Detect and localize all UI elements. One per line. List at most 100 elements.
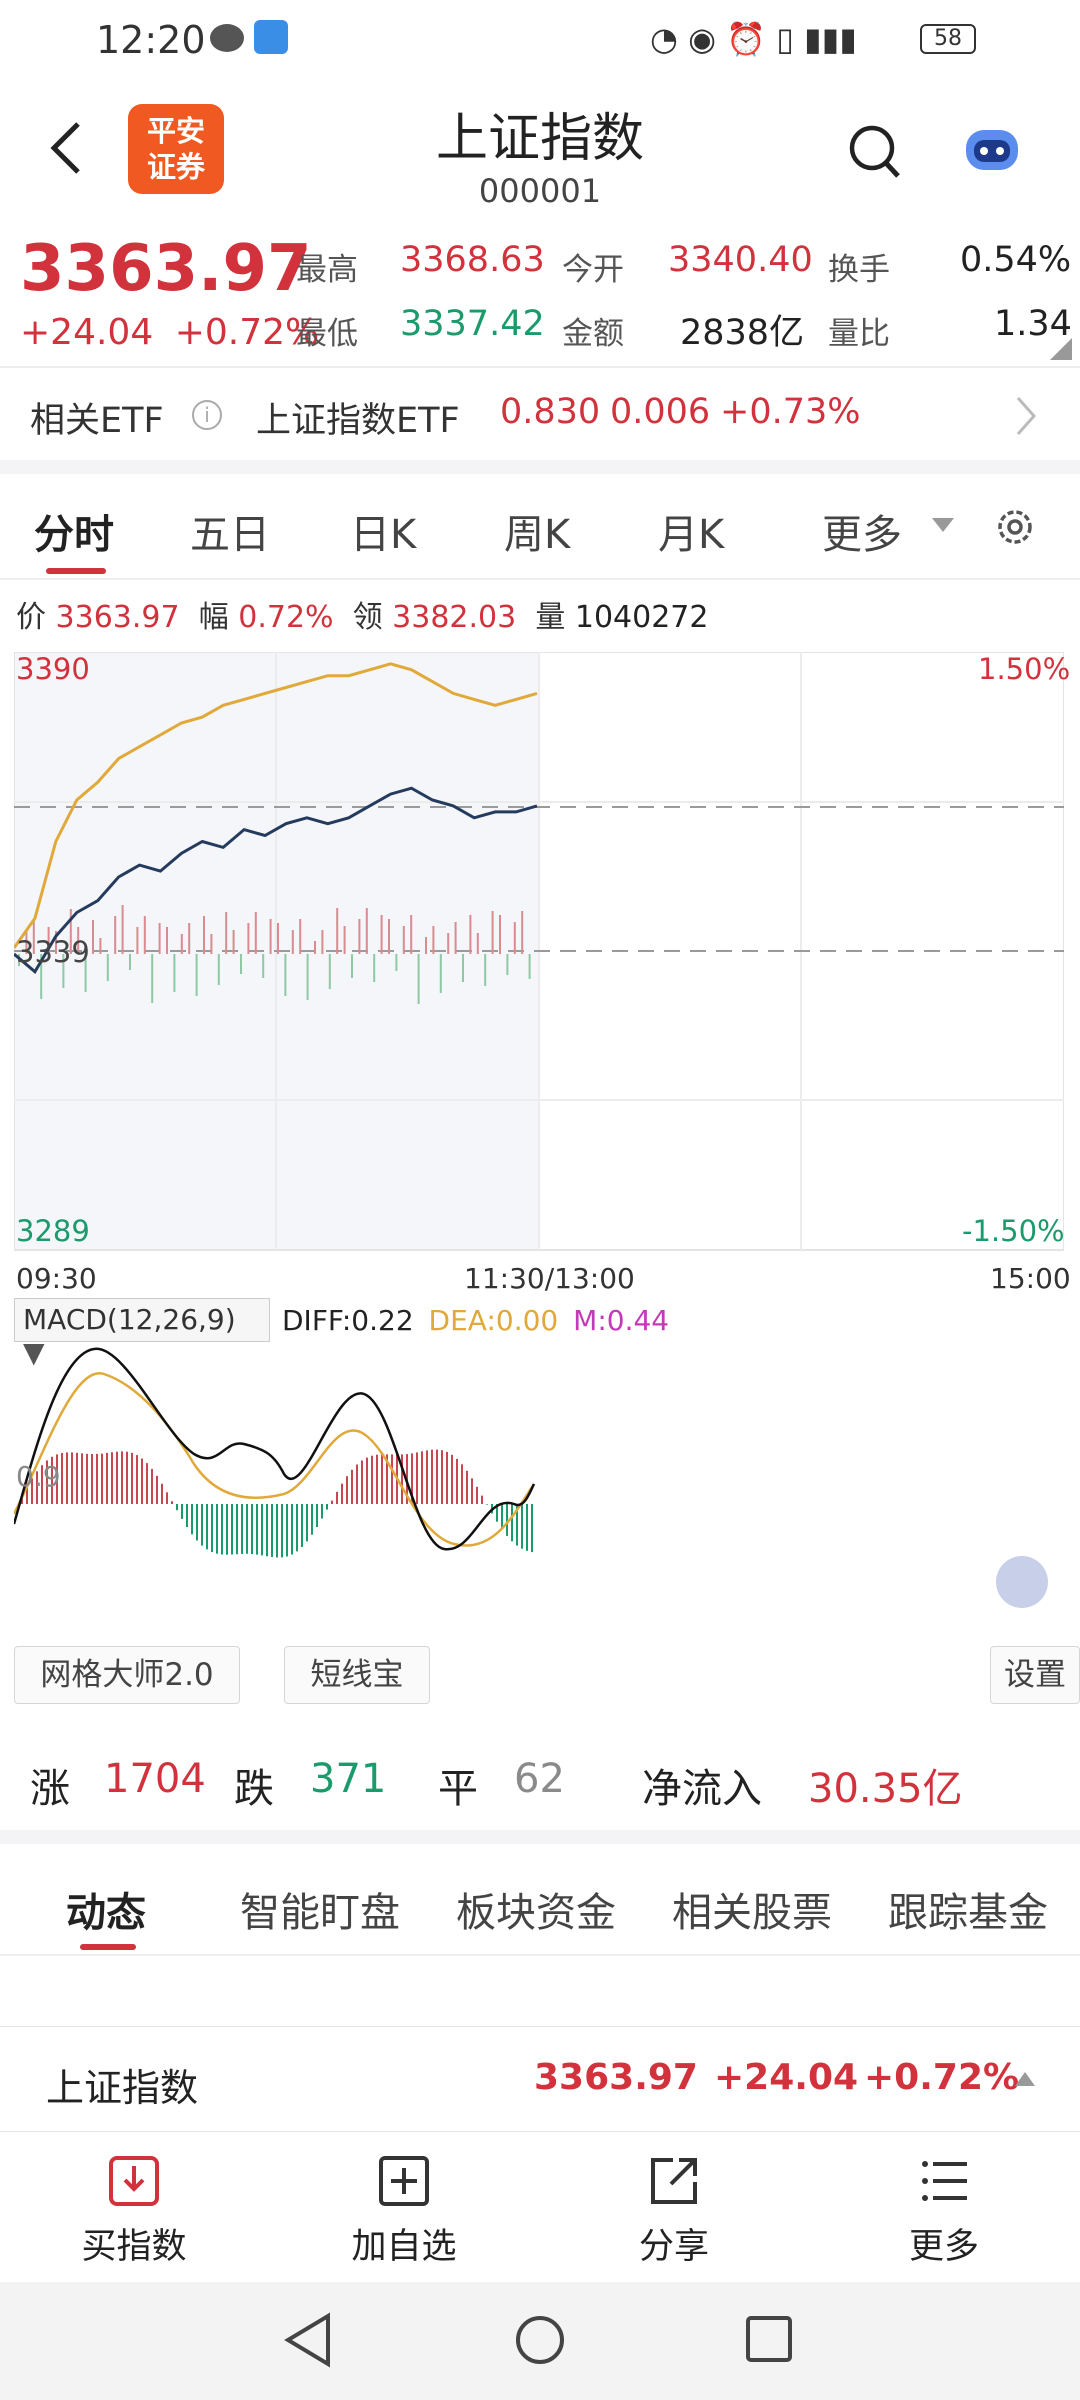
macd-bar (486, 1504, 488, 1505)
volume-bar (469, 915, 472, 954)
macd-selector[interactable]: MACD(12,26,9) ▼ (14, 1298, 270, 1369)
macd-bar (171, 1501, 173, 1504)
macd-bar (76, 1452, 78, 1504)
etf-row[interactable]: 相关ETF i 上证指数ETF 0.830 0.006 +0.73% (0, 368, 1080, 460)
chevron-right-icon[interactable] (1014, 394, 1038, 438)
footer-quote-bar[interactable]: 上证指数 3363.97 +24.04 +0.72% (0, 2026, 1080, 2132)
macd-bar (441, 1450, 443, 1504)
nav-recents-icon[interactable] (744, 2314, 794, 2364)
intraday-chart[interactable] (14, 652, 1064, 1252)
macd-chart[interactable] (14, 1344, 1064, 1634)
volume-bar (240, 954, 242, 974)
shield-app-icon (254, 20, 288, 54)
chart-info-bar: 价 3363.97 幅 0.72% 领 3382.03 量 1040272 (16, 592, 708, 636)
buy-index-button[interactable]: 买指数 (44, 2154, 224, 2269)
more-button[interactable]: 更多 (854, 2154, 1034, 2269)
tab-weekly-k[interactable]: 周K (504, 502, 570, 560)
macd-bar (321, 1504, 323, 1519)
low-value: 3337.42 (400, 304, 545, 344)
tab-more[interactable]: 更多 (822, 502, 902, 560)
tab-daily-k[interactable]: 日K (350, 502, 416, 560)
section-divider (0, 1830, 1080, 1844)
nav-back-icon[interactable] (282, 2312, 334, 2368)
tab-smart-watch[interactable]: 智能盯盘 (240, 1880, 400, 1938)
price-change: +24.04 +0.72% (20, 312, 319, 353)
volume-bar (513, 922, 516, 954)
tab-news[interactable]: 动态 (66, 1880, 146, 1938)
macd-bar (196, 1504, 198, 1541)
volume-bar (402, 926, 405, 954)
volume-bar (225, 912, 228, 954)
market-breadth: 涨 1704 跌 371 平 62 净流入 30.35亿 (0, 1732, 1080, 1828)
macd-diff: DIFF:0.22 (282, 1304, 414, 1337)
macd-bar (461, 1464, 463, 1504)
macd-bar (261, 1504, 263, 1556)
high-label: 最高 (296, 252, 358, 288)
time-mid: 11:30/13:00 (464, 1262, 635, 1295)
macd-bar (361, 1460, 363, 1504)
macd-bar (191, 1504, 193, 1535)
tab-five-day[interactable]: 五日 (190, 502, 270, 560)
add-watchlist-button[interactable]: 加自选 (314, 2154, 494, 2269)
macd-bar (201, 1504, 203, 1546)
info-lead-label: 领 (352, 600, 383, 635)
macd-bar (166, 1492, 168, 1504)
inflow-value: 30.35亿 (808, 1766, 963, 1812)
volume-bar (365, 908, 368, 954)
macd-bar (346, 1476, 348, 1504)
volume-bar (129, 954, 131, 970)
share-button[interactable]: 分享 (584, 2154, 764, 2269)
caret-up-icon[interactable] (1014, 2071, 1036, 2087)
nav-home-icon[interactable] (514, 2314, 566, 2366)
macd-bar (426, 1450, 428, 1504)
down-label: 跌 (234, 1766, 274, 1812)
time-end: 15:00 (990, 1262, 1071, 1295)
settings-gear-icon[interactable] (992, 504, 1038, 550)
volume-bar (499, 915, 501, 954)
etf-price: 0.830 (500, 392, 601, 432)
volume-bar (173, 954, 176, 992)
tab-tracking-funds[interactable]: 跟踪基金 (888, 1880, 1048, 1938)
macd-axis-label: 0.9 (16, 1460, 61, 1493)
volume-bar (521, 911, 524, 954)
fullscreen-icon[interactable] (996, 1556, 1048, 1608)
macd-bar (331, 1500, 333, 1504)
volume-bar (432, 926, 435, 954)
volume-bar (417, 954, 420, 1004)
volume-bar (314, 941, 316, 954)
robot-assistant-icon[interactable] (960, 122, 1024, 178)
macd-bar (446, 1451, 448, 1504)
amount-value: 2838亿 (680, 313, 805, 353)
macd-bar (161, 1483, 163, 1504)
info-icon[interactable]: i (192, 400, 222, 430)
pct-axis-bottom: -1.50% (962, 1214, 1065, 1248)
volume-bar (373, 954, 376, 982)
etf-change-pct: +0.73% (720, 392, 861, 432)
turnover-value: 0.54% (960, 240, 1072, 280)
tab-sector-funds[interactable]: 板块资金 (456, 1880, 616, 1938)
vol-ratio-label: 量比 (828, 316, 890, 352)
settings-button[interactable]: 设置 (990, 1646, 1080, 1704)
caret-down-icon[interactable] (930, 516, 956, 534)
volume-bar (321, 930, 324, 954)
volume-bar (121, 905, 124, 954)
grid-master-button[interactable]: 网格大师2.0 (14, 1646, 240, 1704)
macd-bar (481, 1495, 483, 1504)
tab-related-stocks[interactable]: 相关股票 (672, 1880, 832, 1938)
volume-bar (254, 912, 257, 954)
volume-bar (158, 923, 161, 954)
short-line-button[interactable]: 短线宝 (284, 1646, 430, 1704)
etf-label: 相关ETF (30, 401, 164, 441)
volume-bar (328, 954, 331, 989)
action-toolbar: 买指数 加自选 分享 更多 (0, 2132, 1080, 2282)
open-label: 今开 (562, 252, 624, 288)
macd-bar (291, 1504, 293, 1555)
search-icon[interactable] (846, 122, 902, 182)
macd-bar (271, 1504, 273, 1557)
macd-bar (81, 1453, 83, 1504)
expand-corner-icon[interactable] (1050, 338, 1072, 360)
volume-bar (188, 923, 191, 954)
macd-bar (111, 1452, 113, 1504)
tab-intraday[interactable]: 分时 (34, 502, 114, 560)
tab-monthly-k[interactable]: 月K (658, 502, 724, 560)
